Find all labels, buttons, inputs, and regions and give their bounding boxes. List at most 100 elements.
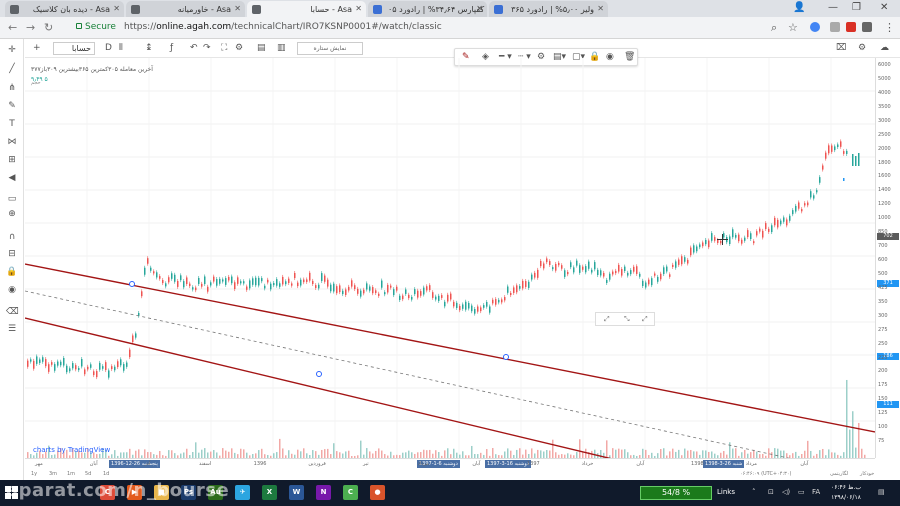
language-indicator[interactable]: FA — [812, 488, 820, 496]
brush-icon[interactable]: ✎ — [6, 101, 18, 111]
volume-bar — [549, 450, 551, 458]
eye-icon[interactable]: ◉ — [6, 285, 18, 295]
excel-app-icon[interactable]: X — [262, 485, 277, 500]
range-1d[interactable]: 1d — [103, 471, 109, 477]
settings-icon[interactable]: ⚙ — [235, 43, 243, 53]
indicator-template-select[interactable]: نمایش ستاره — [297, 42, 363, 55]
browser-tab-3[interactable]: حسابا - Asa ✕ — [247, 1, 366, 17]
extension-icon[interactable] — [810, 22, 820, 32]
layers-icon[interactable]: ☰ — [6, 324, 18, 334]
url-field[interactable]: https://online.agah.com/technicalChart/I… — [124, 22, 442, 32]
chart-canvas[interactable] — [25, 58, 875, 458]
log-scale-toggle[interactable]: لگاریتمی — [830, 471, 848, 477]
network-meter[interactable]: 54/8 % — [640, 486, 712, 500]
symbol-search-input[interactable]: حسابا — [53, 42, 95, 55]
price-tick-label: 200 — [878, 368, 888, 375]
range-1y[interactable]: 1y — [31, 471, 37, 477]
system-clock[interactable]: ۰۶:۴۶ ب.ظ ۱۳۹۸/۰۶/۱۸ — [826, 483, 866, 503]
share-icon[interactable]: ⚙ — [858, 43, 866, 53]
snapshot-icon[interactable]: ⌧ — [836, 43, 846, 53]
close-icon[interactable]: ✕ — [476, 4, 483, 13]
onenote-app-icon[interactable]: N — [316, 485, 331, 500]
compare-icon[interactable]: ↨ — [145, 43, 153, 53]
telegram-app-icon[interactable]: ✈ — [235, 485, 250, 500]
volume-bar — [366, 448, 368, 458]
price-chart[interactable]: ۳۷۷آخرین معامله ۳۰۵کمترین ۳۶۵بیشترین ۳۰۹… — [25, 58, 875, 458]
extension-icon[interactable] — [846, 22, 856, 32]
browser-tab-2[interactable]: خاورمیانه - Asa ✕ — [126, 1, 245, 17]
tray-up-icon[interactable]: ˄ — [752, 488, 756, 496]
network-icon[interactable]: ⊡ — [768, 488, 774, 496]
clock-time: ۰۶:۴۶ ب.ظ — [831, 484, 861, 491]
crosshair-icon[interactable]: ✛ — [6, 45, 18, 55]
close-icon[interactable]: ✕ — [597, 4, 604, 13]
pitchfork-icon[interactable]: ⋔ — [6, 83, 18, 93]
lock-icon[interactable]: 🔒 — [6, 267, 18, 277]
candle-body — [66, 365, 68, 373]
interval-button[interactable]: D — [105, 43, 112, 53]
range-3m[interactable]: 3m — [49, 471, 57, 477]
text-icon[interactable]: T — [6, 119, 18, 129]
auto-scale-toggle[interactable]: خودکار — [860, 471, 874, 477]
camera-icon[interactable]: ▤ — [257, 43, 266, 53]
candle-body — [669, 274, 671, 277]
volume-icon[interactable]: ◁) — [782, 488, 790, 496]
bookmark-star-icon[interactable]: ☆ — [788, 21, 798, 34]
pattern-icon[interactable]: ⋈ — [6, 137, 18, 147]
search-icon[interactable]: ⌕ — [771, 21, 777, 35]
save-icon[interactable]: ▥ — [277, 43, 286, 53]
browser-tab-5[interactable]: ولیر ۵٫۰۰% | رادورد ۳۶۵ ✕ — [489, 1, 608, 17]
volume-bar — [849, 429, 851, 458]
ruler-icon[interactable]: ▭ — [6, 194, 18, 204]
delete-icon[interactable]: ⌫ — [6, 307, 19, 317]
range-5d[interactable]: 5d — [85, 471, 91, 477]
candle-body — [555, 263, 557, 271]
menu-icon[interactable]: ⋮ — [884, 21, 895, 34]
back-arrow-icon[interactable]: ◀ — [6, 173, 18, 183]
battery-icon[interactable]: ▭ — [798, 488, 805, 496]
close-icon[interactable]: ✕ — [113, 4, 120, 13]
browser-tab-1[interactable]: دیده بان کلاسیک - Asa ✕ — [5, 1, 124, 17]
range-1m[interactable]: 1m — [67, 471, 75, 477]
secure-indicator[interactable]: Secure — [76, 22, 116, 32]
word-app-icon[interactable]: W — [289, 485, 304, 500]
indicators-icon[interactable]: ƒ — [170, 43, 173, 53]
price-axis[interactable]: 702 371 186 111 6000 5000 4000 3500 3000 2500… — [875, 58, 900, 458]
extend-icon[interactable]: ⤢ — [642, 315, 648, 324]
plus-icon[interactable]: + — [33, 43, 41, 53]
tradingview-logo[interactable]: charts by TradingView — [33, 446, 110, 454]
edit-icon[interactable]: ⤢ — [604, 315, 610, 324]
prediction-icon[interactable]: ⊞ — [6, 155, 18, 165]
forward-icon[interactable]: → — [26, 21, 35, 34]
cloud-icon[interactable]: ☁ — [880, 43, 889, 53]
maximize-icon[interactable]: ❐ — [852, 2, 861, 13]
close-window-icon[interactable]: ✕ — [880, 2, 888, 13]
minimize-icon[interactable]: — — [828, 2, 838, 13]
links-toolbar[interactable]: Links — [717, 488, 735, 496]
magnet-icon[interactable]: ∩ — [6, 232, 18, 242]
candle-body — [321, 273, 323, 282]
extension-icon[interactable] — [862, 22, 872, 32]
ohlc-legend: ۳۷۷آخرین معامله ۳۰۵کمترین ۳۶۵بیشترین ۳۰۹… — [31, 66, 153, 73]
time-axis[interactable]: 1396-12-26 پنجشنبه 1397-1-6 دوشنبه 1397-… — [25, 458, 875, 470]
back-icon[interactable]: ← — [8, 21, 17, 34]
trendline-icon[interactable]: ╱ — [6, 64, 18, 74]
chart-type-icon[interactable]: ⫴ — [119, 43, 123, 53]
candle-body — [285, 281, 287, 285]
lock-drawings-icon[interactable]: ⊟ — [6, 249, 18, 259]
zoom-icon[interactable]: ⊕ — [6, 209, 18, 219]
reload-icon[interactable]: ↻ — [44, 21, 53, 34]
close-icon[interactable]: ✕ — [355, 4, 362, 13]
close-icon[interactable]: ✕ — [234, 4, 241, 13]
redo-icon[interactable]: ↷ — [203, 43, 211, 53]
fullscreen-icon[interactable]: ⛶ — [221, 43, 227, 53]
clone-icon[interactable]: ⤡ — [624, 315, 630, 324]
camtasia-app-icon[interactable]: C — [343, 485, 358, 500]
profile-icon[interactable]: 👤 — [793, 2, 805, 13]
extension-icon[interactable] — [830, 22, 840, 32]
undo-icon[interactable]: ↶ — [190, 43, 198, 53]
browser-tab-4[interactable]: کفپارس ۳۴٫۶۴% | رادورد ۰۵ ✕ — [368, 1, 487, 17]
recorder-app-icon[interactable]: ● — [370, 485, 385, 500]
notification-icon[interactable]: ▤ — [878, 488, 885, 496]
volume-bar — [429, 449, 431, 458]
